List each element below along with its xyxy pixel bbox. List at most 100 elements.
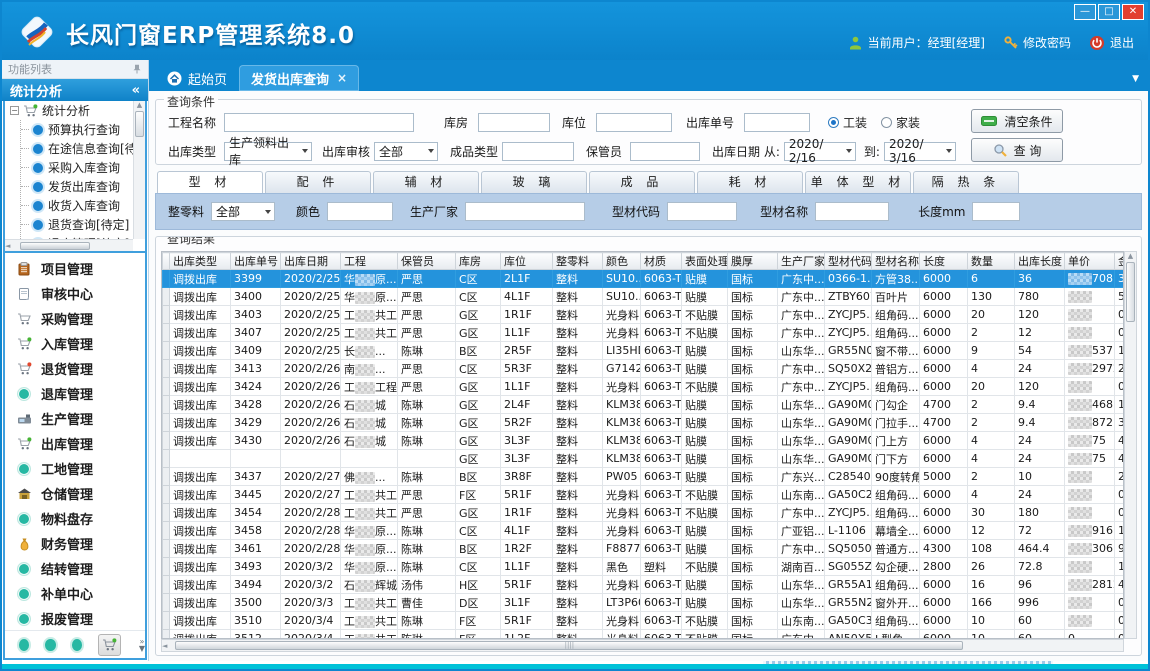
tree-item[interactable]: 预算执行查询 (21, 120, 145, 139)
circle-shortcut-icon[interactable] (45, 639, 55, 651)
stat-analysis-header[interactable]: 统计分析 « (2, 79, 148, 101)
sidebar-item[interactable]: 入库管理 (5, 331, 145, 356)
table-row[interactable]: 调拨出库34242020/2/26工工程严思G区1L1F整料光身料6063-T5… (163, 378, 1125, 396)
column-header[interactable]: 材质 (641, 253, 682, 270)
date-from-picker[interactable]: 2020/ 2/16 (784, 142, 856, 161)
table-row[interactable]: 调拨出库33992020/2/25华原...严思C区2L1F整料SU10...6… (163, 270, 1125, 288)
circle-shortcut-icon[interactable] (72, 639, 82, 651)
table-row[interactable]: 调拨出库34942020/3/2石辉城汤伟H区5R1F整料光身料6063-T5贴… (163, 576, 1125, 594)
sidebar-item[interactable]: 退库管理 (5, 381, 145, 406)
table-row[interactable]: 调拨出库34282020/2/26石城陈琳G区2L4F整料KLM38176063… (163, 396, 1125, 414)
table-row[interactable]: 调拨出库34612020/2/28华原...陈琳B区1R2F整料F8877FT6… (163, 540, 1125, 558)
column-header[interactable]: 金额 (1115, 253, 1125, 270)
table-row[interactable]: 调拨出库34452020/2/27工共工程严思F区5R1F整料光身料6063-T… (163, 486, 1125, 504)
column-header[interactable]: 保管员 (398, 253, 456, 270)
sidebar-item[interactable]: 审核中心 (5, 281, 145, 306)
tree-item[interactable]: 采购入库查询 (21, 158, 145, 177)
table-row[interactable]: 调拨出库34302020/2/26石城陈琳G区3L3F整料KLM38176063… (163, 432, 1125, 450)
more-items-button[interactable]: »▼ (139, 638, 145, 652)
profile-code-input[interactable] (667, 202, 737, 221)
column-header[interactable]: 长度 (920, 253, 968, 270)
column-header[interactable]: 颜色 (603, 253, 641, 270)
whole-part-select[interactable]: 全部 (211, 202, 275, 221)
length-input[interactable] (972, 202, 1020, 221)
table-row[interactable]: 调拨出库35102020/3/4工共工程陈琳F区5R1F整料光身料6063-T5… (163, 612, 1125, 630)
material-tab[interactable]: 玻 璃 (481, 171, 587, 193)
sidebar-item[interactable]: 物料盘存 (5, 506, 145, 531)
table-row[interactable]: 调拨出库34072020/2/25工共工程严思G区1L1F整料光身料6063-T… (163, 324, 1125, 342)
material-tab[interactable]: 单 体 型 材 (805, 171, 911, 193)
tree-item[interactable]: 在途信息查询[待 (21, 139, 145, 158)
workwear-radio[interactable] (828, 117, 839, 128)
out-type-select[interactable]: 生产领料出库 (224, 142, 312, 161)
homewear-radio[interactable] (881, 117, 892, 128)
product-type-input[interactable] (502, 142, 574, 161)
material-tab[interactable]: 耗 材 (697, 171, 803, 193)
material-tab[interactable]: 辅 材 (373, 171, 479, 193)
results-horizontal-scrollbar[interactable]: ◄|||| (161, 639, 1124, 652)
keeper-input[interactable] (630, 142, 700, 161)
material-tab[interactable]: 配 件 (265, 171, 371, 193)
tree-horizontal-scrollbar[interactable]: ◄ (5, 239, 133, 251)
circle-shortcut-icon[interactable] (19, 639, 29, 651)
sidebar-item[interactable]: 结转管理 (5, 556, 145, 581)
table-row[interactable]: 调拨出库34132020/2/26南...严思C区5R3F整料G71422606… (163, 360, 1125, 378)
tab-close-icon[interactable]: × (337, 71, 347, 85)
column-header[interactable]: 单价 (1065, 253, 1115, 270)
tab-home[interactable]: 起始页 (155, 65, 239, 91)
table-row[interactable]: 调拨出库34542020/2/28工共工程严思G区1R1F整料光身料6063-T… (163, 504, 1125, 522)
tab-shipping-outbound-query[interactable]: 发货出库查询 × (239, 65, 359, 91)
column-header[interactable]: 表面处理 (682, 253, 728, 270)
sidebar-item[interactable]: 补单中心 (5, 581, 145, 606)
table-row[interactable]: 调拨出库35122020/3/4工共工程陈琳F区1L2F整料光身料6063-T5… (163, 630, 1125, 640)
sidebar-item[interactable]: 报废管理 (5, 606, 145, 630)
logout-link[interactable]: 退出 (1089, 34, 1134, 51)
manufacturer-input[interactable] (465, 202, 585, 221)
sidebar-item[interactable]: 仓储管理 (5, 481, 145, 506)
tree-item[interactable]: 退货查询[待定] (21, 215, 145, 234)
search-button[interactable]: 查 询 (971, 138, 1063, 162)
tree-item[interactable]: 发货出库查询 (21, 177, 145, 196)
table-row[interactable]: 调拨出库34932020/3/2华原...陈琳C区1L1F整料黑色塑料不贴膜国标… (163, 558, 1125, 576)
tree-root[interactable]: − 统计分析 (5, 101, 145, 120)
material-tab[interactable]: 隔 热 条 (913, 171, 1019, 193)
column-header[interactable]: 出库日期 (281, 253, 341, 270)
collapse-icon[interactable]: « (132, 83, 140, 98)
minimize-button[interactable]: — (1074, 4, 1096, 20)
table-row[interactable]: 调拨出库34092020/2/25长...陈琳B区2R5F整料LI35HD606… (163, 342, 1125, 360)
tab-overflow-caret-icon[interactable]: ▼ (1132, 74, 1139, 84)
sidebar-item[interactable]: 项目管理 (5, 256, 145, 281)
results-vertical-scrollbar[interactable]: ▲ (1124, 251, 1137, 639)
sidebar-item[interactable]: 出库管理 (5, 431, 145, 456)
sidebar-item[interactable]: 工地管理 (5, 456, 145, 481)
tree-expander-icon[interactable]: − (10, 106, 19, 115)
column-header[interactable]: 型材名称 (872, 253, 920, 270)
table-row[interactable]: 调拨出库34032020/2/25工共工程严思G区1R1F整料光身料6063-T… (163, 306, 1125, 324)
close-button[interactable]: ✕ (1122, 4, 1144, 20)
table-row[interactable]: 调拨出库35002020/3/3工共工程曹佳D区3L1F整料LT3P606063… (163, 594, 1125, 612)
column-header[interactable]: 型材代码 (825, 253, 872, 270)
location-input[interactable] (596, 113, 672, 132)
material-tab[interactable]: 成 品 (589, 171, 695, 193)
table-row[interactable]: 调拨出库34002020/2/25华原...严思C区4L1F整料SU10...6… (163, 288, 1125, 306)
column-header[interactable]: 数量 (968, 253, 1015, 270)
material-tab[interactable]: 型 材 (157, 171, 263, 193)
cart-shortcut-button[interactable] (98, 634, 121, 656)
column-header[interactable]: 库位 (501, 253, 553, 270)
order-no-input[interactable] (744, 113, 810, 132)
change-password-link[interactable]: 修改密码 (1003, 34, 1071, 51)
out-audit-select[interactable]: 全部 (374, 142, 438, 161)
column-header[interactable]: 整零料 (553, 253, 603, 270)
column-header[interactable]: 出库类型 (170, 253, 231, 270)
column-header[interactable]: 库房 (456, 253, 501, 270)
tree-vertical-scrollbar[interactable]: ▲ (133, 101, 145, 239)
column-header[interactable]: 膜厚 (728, 253, 778, 270)
warehouse-input[interactable] (478, 113, 550, 132)
column-header[interactable]: 出库单号 (231, 253, 281, 270)
column-header[interactable]: 工程 (341, 253, 398, 270)
color-input[interactable] (327, 202, 393, 221)
sidebar-item[interactable]: 采购管理 (5, 306, 145, 331)
date-to-picker[interactable]: 2020/ 3/16 (884, 142, 956, 161)
sidebar-item[interactable]: 退货管理 (5, 356, 145, 381)
column-header[interactable]: 出库长度 (1015, 253, 1065, 270)
